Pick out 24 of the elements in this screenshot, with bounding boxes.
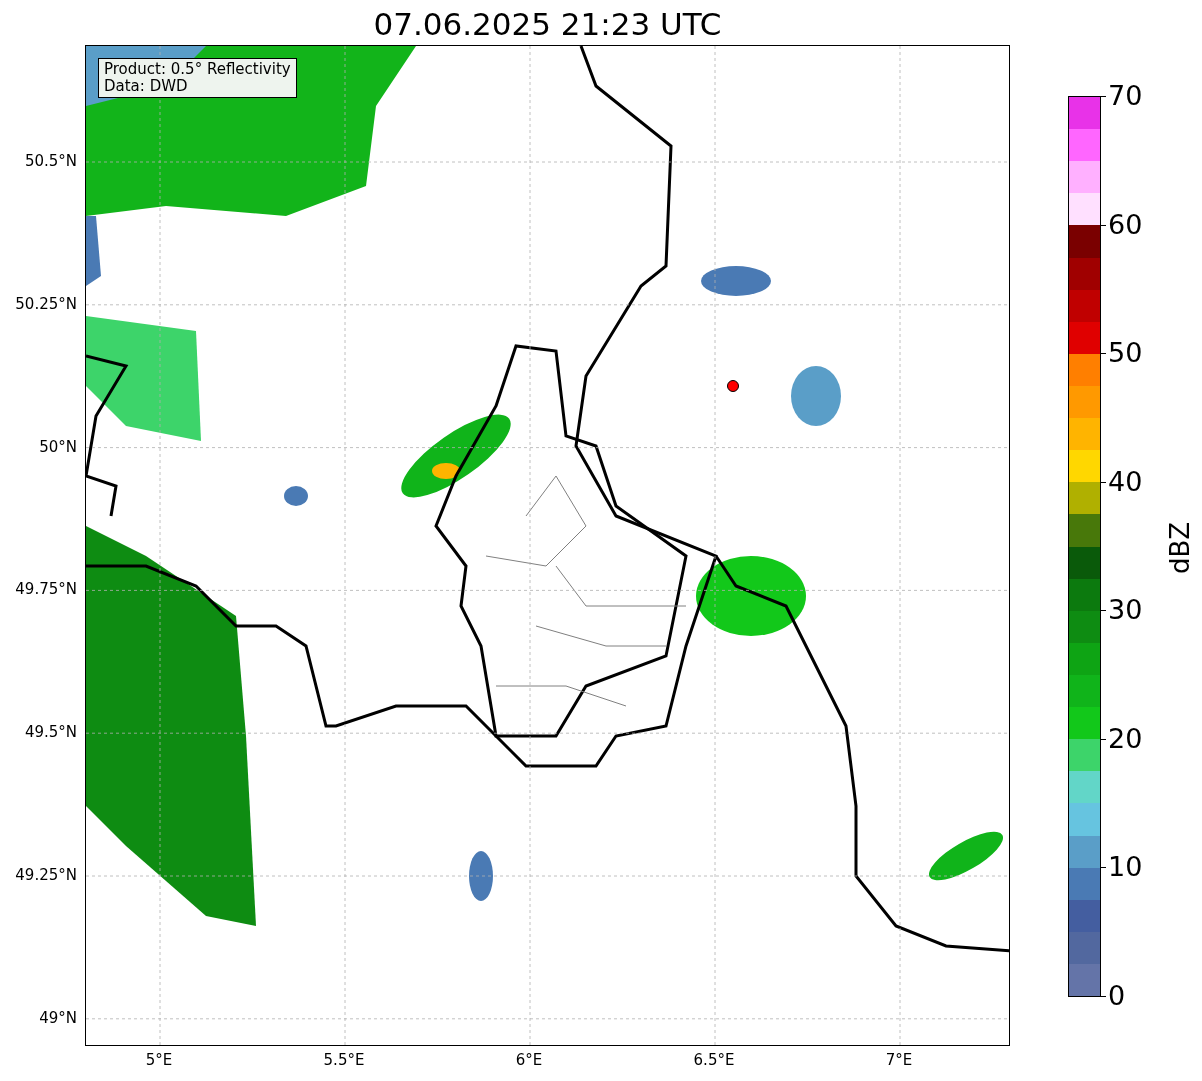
colorbar-tick-label: 70 bbox=[1108, 81, 1143, 111]
colorbar-tick-label: 60 bbox=[1108, 209, 1143, 240]
longitude-label: 6.5°E bbox=[693, 1051, 735, 1069]
longitude-label: 6°E bbox=[515, 1051, 543, 1069]
colorbar-tick-label: 30 bbox=[1108, 595, 1143, 626]
latitude-label: 50.25°N bbox=[15, 294, 77, 313]
latitude-label: 49.5°N bbox=[24, 723, 77, 742]
longitude-label: 5.5°E bbox=[323, 1051, 365, 1069]
legend-text: Product: 0.5° Reflectivity bbox=[104, 61, 291, 78]
longitude-label: 5°E bbox=[145, 1051, 173, 1069]
chart-title: 07.06.2025 21:23 UTC bbox=[372, 5, 723, 44]
latitude-label: 50°N bbox=[39, 437, 77, 456]
colorbar-tick-label: 10 bbox=[1108, 852, 1143, 883]
colorbar-tick-label: 20 bbox=[1108, 723, 1143, 754]
colorbar-tick-label: 0 bbox=[1108, 981, 1126, 1011]
colorbar-tick-label: 50 bbox=[1108, 338, 1143, 369]
colorbar-tick-label: 40 bbox=[1108, 466, 1143, 497]
latitude-label: 50.5°N bbox=[24, 152, 77, 170]
longitude-label: 7°E bbox=[885, 1051, 913, 1069]
latitude-label: 49.25°N bbox=[15, 866, 77, 884]
colorbar-label: dBZ bbox=[1165, 521, 1195, 575]
latitude-label: 49°N bbox=[39, 1008, 77, 1027]
legend-text: Data: DWD bbox=[104, 78, 189, 95]
latitude-label: 49.75°N bbox=[15, 580, 77, 599]
